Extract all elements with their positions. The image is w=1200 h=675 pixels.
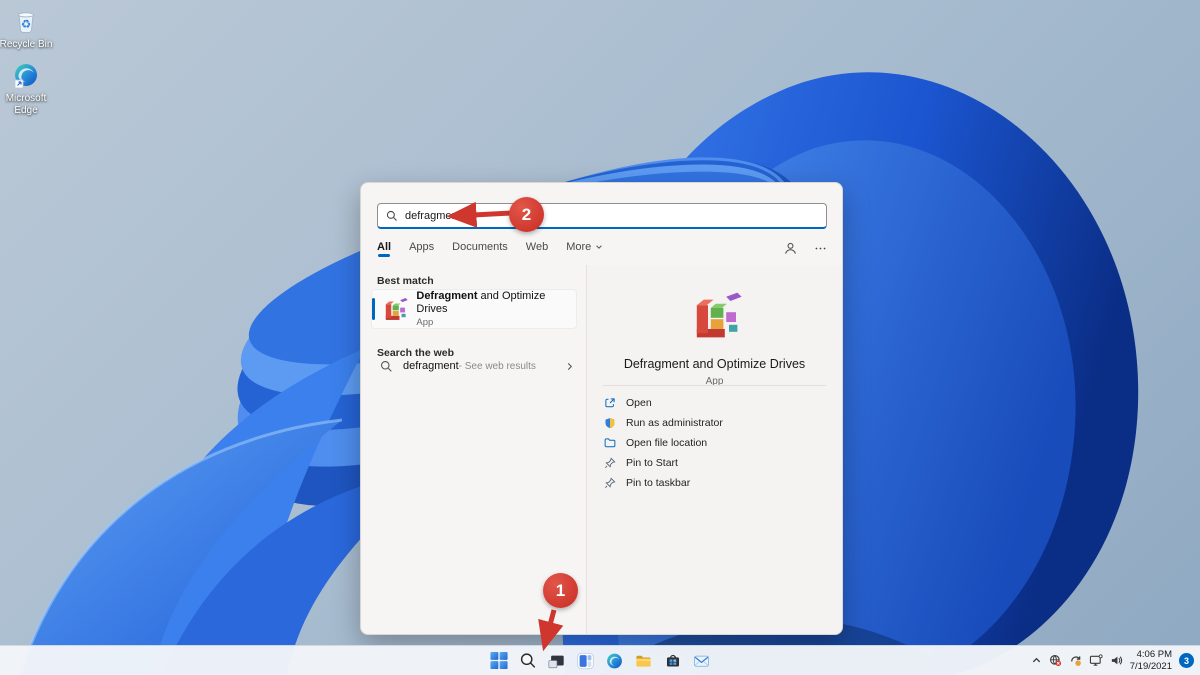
context-actions: Open Run as administrator Open file loca… bbox=[603, 393, 832, 493]
defrag-app-icon-large bbox=[696, 292, 742, 338]
tab-all[interactable]: All bbox=[377, 241, 391, 257]
tab-documents[interactable]: Documents bbox=[452, 241, 508, 257]
annotation-step-1-number: 1 bbox=[543, 573, 578, 608]
mail-button[interactable] bbox=[690, 649, 714, 673]
search-icon bbox=[381, 360, 392, 372]
desktop-icon-label: Recycle Bin bbox=[0, 39, 53, 50]
annotation-step-2-number: 2 bbox=[509, 197, 544, 232]
web-search-result[interactable]: defragment - See web results bbox=[371, 353, 580, 379]
desktop-icon-recycle-bin[interactable]: ♻ Recycle Bin bbox=[0, 6, 58, 51]
recycle-bin-icon: ♻ bbox=[11, 6, 41, 36]
search-flyout: defragment All Apps Documents Web More B… bbox=[360, 182, 843, 635]
file-explorer-button[interactable] bbox=[632, 649, 656, 673]
tray-chevron-up-icon[interactable] bbox=[1031, 655, 1042, 666]
file-explorer-icon bbox=[636, 655, 651, 667]
pin-icon bbox=[603, 477, 617, 489]
chevron-down-icon bbox=[596, 245, 603, 249]
start-button[interactable] bbox=[487, 649, 511, 673]
tray-update-pending-icon[interactable] bbox=[1069, 654, 1082, 667]
windows-logo-icon bbox=[489, 651, 508, 670]
action-pin-to-taskbar[interactable]: Pin to taskbar bbox=[603, 473, 832, 493]
best-match-header: Best match bbox=[377, 275, 434, 287]
widgets-icon bbox=[577, 652, 594, 669]
store-icon bbox=[666, 654, 679, 667]
search-filter-tabs: All Apps Documents Web More bbox=[377, 241, 827, 263]
system-tray: 4:06 PM 7/19/2021 3 bbox=[1031, 646, 1194, 675]
desktop-icon-microsoft-edge[interactable]: Microsoft Edge bbox=[0, 60, 58, 116]
pin-icon bbox=[603, 457, 617, 469]
notification-count-badge[interactable]: 3 bbox=[1179, 653, 1194, 668]
edge-icon bbox=[607, 653, 622, 668]
clock-time: 4:06 PM bbox=[1136, 649, 1172, 661]
open-icon bbox=[603, 397, 617, 409]
taskbar-clock[interactable]: 4:06 PM 7/19/2021 bbox=[1130, 649, 1172, 672]
chevron-right-icon[interactable] bbox=[565, 362, 574, 371]
more-options-icon[interactable] bbox=[814, 242, 827, 255]
preview-app-title: Defragment and Optimize Drives bbox=[623, 357, 806, 371]
preview-pane: Defragment and Optimize Drives App Open bbox=[586, 265, 842, 634]
tray-pc-icon[interactable] bbox=[1089, 654, 1103, 667]
web-result-suffix: - See web results bbox=[458, 360, 536, 372]
annotation-step-2: 2 bbox=[509, 197, 544, 232]
best-match-subtitle: App bbox=[416, 317, 434, 329]
search-results: Best match Defragment and Optimize Drive… bbox=[361, 265, 842, 634]
folder-icon bbox=[603, 437, 617, 449]
widgets-button[interactable] bbox=[574, 649, 598, 673]
annotation-arrow-to-search-box bbox=[446, 201, 513, 228]
action-open[interactable]: Open bbox=[603, 393, 832, 413]
divider bbox=[603, 385, 826, 386]
best-match-title: Defragment and Optimize Drives bbox=[416, 289, 546, 315]
tab-apps[interactable]: Apps bbox=[409, 241, 434, 257]
svg-text:♻: ♻ bbox=[21, 19, 31, 31]
tray-security-alert-icon[interactable] bbox=[1049, 654, 1062, 667]
best-match-result[interactable]: Defragment and Optimize Drives App bbox=[371, 289, 577, 329]
action-run-as-administrator[interactable]: Run as administrator bbox=[603, 413, 832, 433]
taskbar: 4:06 PM 7/19/2021 3 bbox=[0, 645, 1200, 675]
action-open-file-location[interactable]: Open file location bbox=[603, 433, 832, 453]
tab-more[interactable]: More bbox=[566, 241, 603, 257]
mail-icon bbox=[694, 655, 709, 667]
tab-web[interactable]: Web bbox=[526, 241, 548, 257]
desktop-icon-label: Microsoft Edge bbox=[5, 93, 47, 116]
clock-date: 7/19/2021 bbox=[1129, 660, 1172, 672]
annotation-step-1: 1 bbox=[543, 573, 578, 608]
edge-icon bbox=[11, 60, 41, 90]
admin-shield-icon bbox=[603, 417, 617, 429]
account-icon[interactable] bbox=[783, 241, 798, 256]
selection-accent-bar bbox=[372, 298, 375, 320]
edge-taskbar-button[interactable] bbox=[603, 649, 627, 673]
microsoft-store-button[interactable] bbox=[661, 649, 685, 673]
action-pin-to-start[interactable]: Pin to Start bbox=[603, 453, 832, 473]
tray-volume-icon[interactable] bbox=[1110, 654, 1123, 667]
annotation-arrow-to-taskbar-search bbox=[538, 609, 564, 652]
defrag-app-icon bbox=[385, 298, 408, 320]
desktop: ♻ Recycle Bin Microsoft Edge defragment … bbox=[0, 0, 1200, 675]
web-result-query: defragment bbox=[403, 360, 459, 372]
search-icon bbox=[386, 210, 397, 221]
